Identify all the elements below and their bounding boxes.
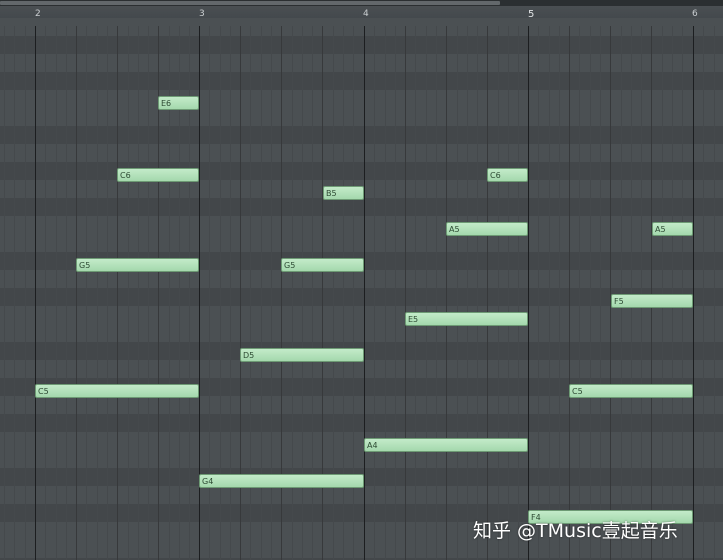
- pitch-row: [0, 396, 723, 414]
- step-line: [662, 26, 663, 560]
- step-line: [426, 26, 427, 560]
- step-line: [86, 26, 87, 560]
- step-line: [66, 26, 67, 560]
- step-line: [538, 26, 539, 560]
- step-line: [374, 26, 375, 560]
- pitch-row: [0, 36, 723, 54]
- pitch-row: [0, 126, 723, 144]
- beat-line: [405, 26, 406, 560]
- note-block[interactable]: F5: [611, 294, 693, 308]
- note-block[interactable]: E6: [158, 96, 199, 110]
- step-line: [641, 26, 642, 560]
- pitch-row: [0, 324, 723, 342]
- step-line: [549, 26, 550, 560]
- step-line: [590, 26, 591, 560]
- piano-roll: 2 3 4 5 6 E6 C6 C6 B5 A5 A5 G5 G5 F5 E5 …: [0, 0, 723, 560]
- note-block[interactable]: B5: [323, 186, 364, 200]
- note-block[interactable]: E5: [405, 312, 528, 326]
- note-block[interactable]: A5: [446, 222, 528, 236]
- step-line: [107, 26, 108, 560]
- beat-line: [569, 26, 570, 560]
- pitch-row: [0, 432, 723, 450]
- bar-line: [528, 26, 529, 560]
- beat-line: [76, 26, 77, 560]
- pitch-row: [0, 144, 723, 162]
- step-line: [559, 26, 560, 560]
- step-line: [45, 26, 46, 560]
- beat-line: [651, 26, 652, 560]
- step-line: [395, 26, 396, 560]
- step-line: [631, 26, 632, 560]
- step-line: [457, 26, 458, 560]
- pitch-row: [0, 18, 723, 36]
- pitch-row: [0, 54, 723, 72]
- bar-line: [35, 26, 36, 560]
- step-line: [385, 26, 386, 560]
- note-block[interactable]: C5: [569, 384, 693, 398]
- step-line: [498, 26, 499, 560]
- step-line: [477, 26, 478, 560]
- pitch-row: [0, 360, 723, 378]
- step-line: [56, 26, 57, 560]
- pitch-row: [0, 306, 723, 324]
- note-block[interactable]: G5: [76, 258, 199, 272]
- note-block[interactable]: A5: [652, 222, 693, 236]
- step-line: [128, 26, 129, 560]
- step-line: [14, 26, 15, 560]
- step-line: [508, 26, 509, 560]
- pitch-row: [0, 198, 723, 216]
- pitch-row: [0, 216, 723, 234]
- step-line: [518, 26, 519, 560]
- step-line: [97, 26, 98, 560]
- note-block[interactable]: C5: [35, 384, 199, 398]
- step-line: [25, 26, 26, 560]
- step-line: [682, 26, 683, 560]
- beat-line: [487, 26, 488, 560]
- pitch-row: [0, 450, 723, 468]
- step-line: [415, 26, 416, 560]
- step-line: [4, 26, 5, 560]
- step-line: [148, 26, 149, 560]
- note-block[interactable]: D5: [240, 348, 364, 362]
- watermark: 知乎 @TMusic壹起音乐: [473, 520, 678, 542]
- step-line: [138, 26, 139, 560]
- step-line: [436, 26, 437, 560]
- note-block[interactable]: C6: [117, 168, 199, 182]
- step-line: [600, 26, 601, 560]
- pitch-row: [0, 72, 723, 90]
- beat-line: [446, 26, 447, 560]
- pitch-row: [0, 108, 723, 126]
- pitch-row: [0, 90, 723, 108]
- bar-line: [693, 26, 694, 560]
- pitch-row: [0, 234, 723, 252]
- note-block[interactable]: A4: [364, 438, 528, 452]
- step-line: [672, 26, 673, 560]
- step-line: [703, 26, 704, 560]
- note-block[interactable]: G4: [199, 474, 364, 488]
- step-line: [621, 26, 622, 560]
- beat-line: [117, 26, 118, 560]
- note-block[interactable]: C6: [487, 168, 528, 182]
- scrollbar-thumb[interactable]: [0, 1, 500, 5]
- bar-line: [364, 26, 365, 560]
- pitch-row: [0, 486, 723, 504]
- pitch-row: [0, 414, 723, 432]
- step-line: [467, 26, 468, 560]
- step-line: [579, 26, 580, 560]
- beat-line: [610, 26, 611, 560]
- pitch-row: [0, 270, 723, 288]
- note-block[interactable]: G5: [281, 258, 364, 272]
- step-line: [714, 26, 715, 560]
- pitch-row: [0, 162, 723, 180]
